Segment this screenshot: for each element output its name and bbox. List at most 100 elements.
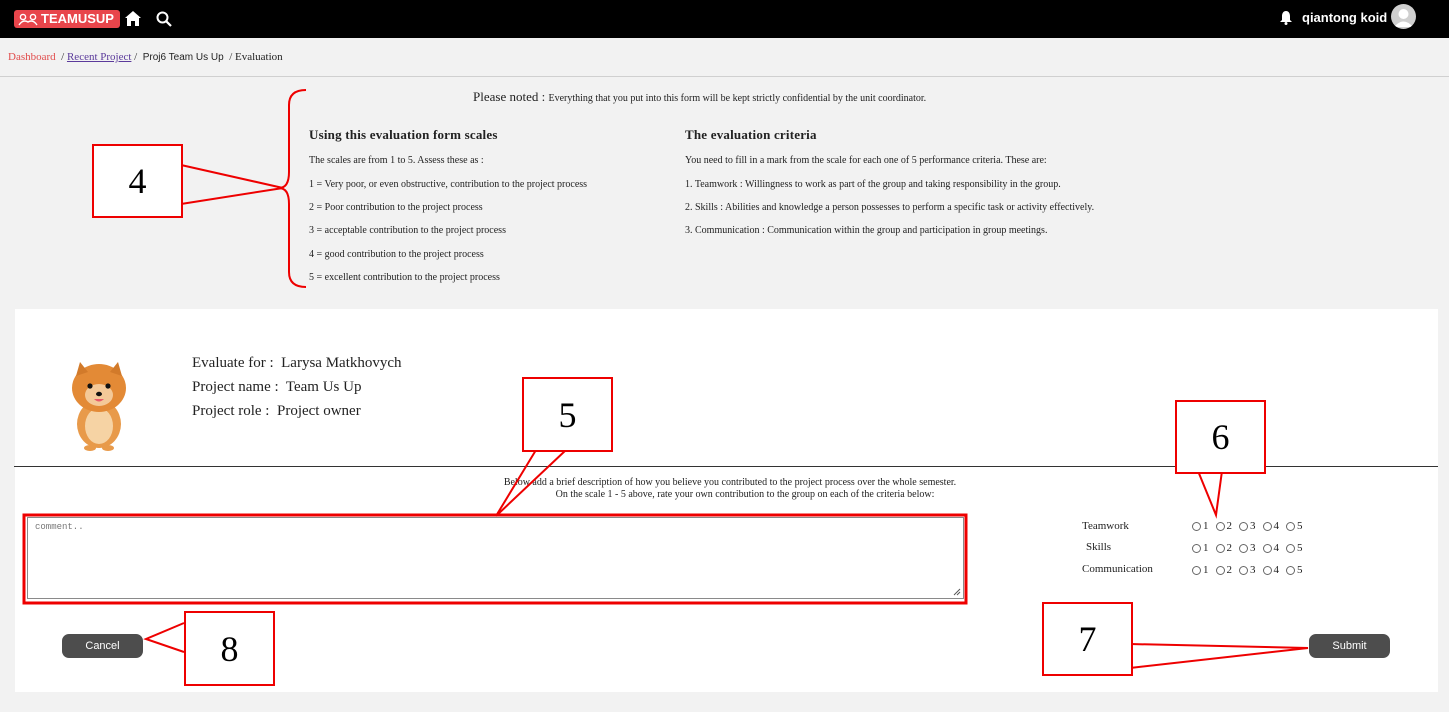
radio-circle[interactable]: [1239, 565, 1248, 575]
evaluate-for: Evaluate for : Larysa Matkhovych: [192, 355, 402, 372]
team-icon: [18, 13, 38, 26]
rating-radio[interactable]: 1: [1192, 520, 1209, 532]
rating-radio[interactable]: 5: [1286, 520, 1303, 532]
brand-logo[interactable]: TEAMUSUP: [14, 10, 120, 28]
rating-option-label: 4: [1273, 564, 1280, 576]
rating-radio[interactable]: 3: [1239, 520, 1256, 532]
criteria-title: The evaluation criteria: [685, 127, 817, 142]
breadcrumb-separator: /: [229, 51, 233, 63]
confidentiality-notice: Please noted : Everything that you put i…: [473, 89, 926, 105]
comment-textarea[interactable]: comment..: [27, 517, 964, 599]
scale-item: 1 = Very poor, or even obstructive, cont…: [309, 179, 588, 190]
rating-radio[interactable]: 3: [1239, 564, 1256, 576]
project-name: Project name : Team Us Up: [192, 379, 361, 396]
breadcrumb-separator: /: [61, 51, 65, 63]
rating-radio[interactable]: 3: [1239, 542, 1256, 554]
evaluate-for-label: Evaluate for :: [192, 355, 274, 371]
rating-option-label: 5: [1297, 564, 1303, 576]
criteria-item: 2. Skills : Abilities and knowledge a pe…: [685, 202, 1095, 213]
radio-circle[interactable]: [1215, 521, 1225, 531]
callout-8: 8: [184, 611, 275, 686]
teamwork-rating-group: 1 2 3 4 5: [1192, 520, 1303, 532]
radio-circle[interactable]: [1262, 521, 1272, 531]
rating-option-label: 2: [1226, 520, 1233, 532]
project-role: Project role : Project owner: [192, 403, 361, 420]
criteria-intro: You need to fill in a mark from the scal…: [685, 155, 1047, 166]
breadcrumb-recent-project[interactable]: Recent Project: [67, 51, 131, 63]
criteria-label-skills: Skills: [1086, 541, 1112, 553]
criteria-item: 1. Teamwork : Willingness to work as par…: [685, 179, 1061, 190]
top-navbar: TEAMUSUP qiantong koid: [0, 0, 1449, 38]
rating-radio[interactable]: 2: [1215, 520, 1233, 532]
rating-option-label: 2: [1226, 564, 1233, 576]
radio-circle[interactable]: [1286, 543, 1295, 553]
rating-radio[interactable]: 1: [1192, 542, 1209, 554]
communication-rating-group: 1 2 3 4 5: [1192, 564, 1303, 576]
user-avatar-icon: [1394, 9, 1413, 27]
cancel-button[interactable]: Cancel: [62, 634, 143, 658]
breadcrumb-current: Evaluation: [235, 51, 283, 63]
radio-circle[interactable]: [1262, 543, 1272, 553]
comment-placeholder: comment..: [35, 522, 84, 532]
criteria-item: 3. Communication : Communication within …: [685, 225, 1048, 236]
rating-option-label: 5: [1297, 520, 1303, 532]
rating-option-label: 1: [1203, 564, 1209, 576]
instructions-line-1: Below add a brief description of how you…: [503, 477, 957, 488]
radio-circle[interactable]: [1262, 565, 1272, 575]
breadcrumb-project[interactable]: Proj6 Team Us Up: [143, 52, 224, 63]
radio-circle[interactable]: [1192, 521, 1201, 531]
callout-4: 4: [92, 144, 183, 218]
criteria-label-teamwork: Teamwork: [1082, 520, 1129, 532]
rating-radio[interactable]: 4: [1262, 542, 1280, 554]
scale-item: 2 = Poor contribution to the project pro…: [309, 202, 483, 213]
breadcrumb: Dashboard / Recent Project / Proj6 Team …: [8, 51, 283, 63]
home-icon[interactable]: [124, 10, 142, 27]
project-role-value: Project owner: [276, 403, 361, 419]
rating-option-label: 3: [1250, 542, 1256, 554]
rating-option-label: 3: [1250, 520, 1256, 532]
header-divider: [0, 76, 1449, 77]
scale-item: 5 = excellent contribution to the projec…: [309, 272, 500, 283]
project-role-label: Project role :: [192, 403, 270, 419]
scales-intro: The scales are from 1 to 5. Assess these…: [309, 155, 484, 166]
radio-circle[interactable]: [1192, 543, 1201, 553]
callout-4-pointer: [180, 164, 284, 205]
rating-option-label: 1: [1203, 542, 1209, 554]
rating-radio[interactable]: 2: [1215, 564, 1233, 576]
bell-icon[interactable]: [1279, 10, 1293, 25]
radio-circle[interactable]: [1239, 543, 1248, 553]
rating-option-label: 1: [1203, 520, 1209, 532]
callout-4-bracket: [278, 89, 307, 288]
rating-radio[interactable]: 5: [1286, 542, 1303, 554]
rating-option-label: 4: [1273, 542, 1280, 554]
radio-circle[interactable]: [1286, 565, 1295, 575]
rating-option-label: 2: [1226, 542, 1233, 554]
submit-button[interactable]: Submit: [1309, 634, 1390, 658]
radio-circle[interactable]: [1215, 543, 1225, 553]
instructions-line-2: On the scale 1 - 5 above, rate your own …: [555, 489, 935, 500]
user-avatar[interactable]: [1391, 4, 1416, 29]
callout-5: 5: [522, 377, 613, 452]
resize-grip-icon[interactable]: [953, 588, 961, 596]
rating-radio[interactable]: 4: [1262, 564, 1280, 576]
breadcrumb-dashboard[interactable]: Dashboard: [8, 51, 56, 63]
evaluatee-photo: [72, 362, 126, 451]
rating-radio[interactable]: 4: [1262, 520, 1280, 532]
rating-option-label: 4: [1273, 520, 1280, 532]
rating-option-label: 3: [1250, 564, 1256, 576]
rating-radio[interactable]: 5: [1286, 564, 1303, 576]
notice-text: Everything that you put into this form w…: [548, 93, 927, 104]
project-name-value: Team Us Up: [285, 379, 362, 395]
rating-radio[interactable]: 2: [1215, 542, 1233, 554]
radio-circle[interactable]: [1286, 521, 1295, 531]
rating-option-label: 5: [1297, 542, 1303, 554]
scale-item: 3 = acceptable contribution to the proje…: [309, 225, 506, 236]
user-name[interactable]: qiantong koid: [1302, 10, 1387, 25]
radio-circle[interactable]: [1239, 521, 1248, 531]
evaluate-for-value: Larysa Matkhovych: [281, 355, 402, 371]
radio-circle[interactable]: [1192, 565, 1201, 575]
search-icon[interactable]: [156, 11, 172, 27]
rating-radio[interactable]: 1: [1192, 564, 1209, 576]
criteria-label-communication: Communication: [1082, 563, 1153, 575]
radio-circle[interactable]: [1215, 565, 1225, 575]
